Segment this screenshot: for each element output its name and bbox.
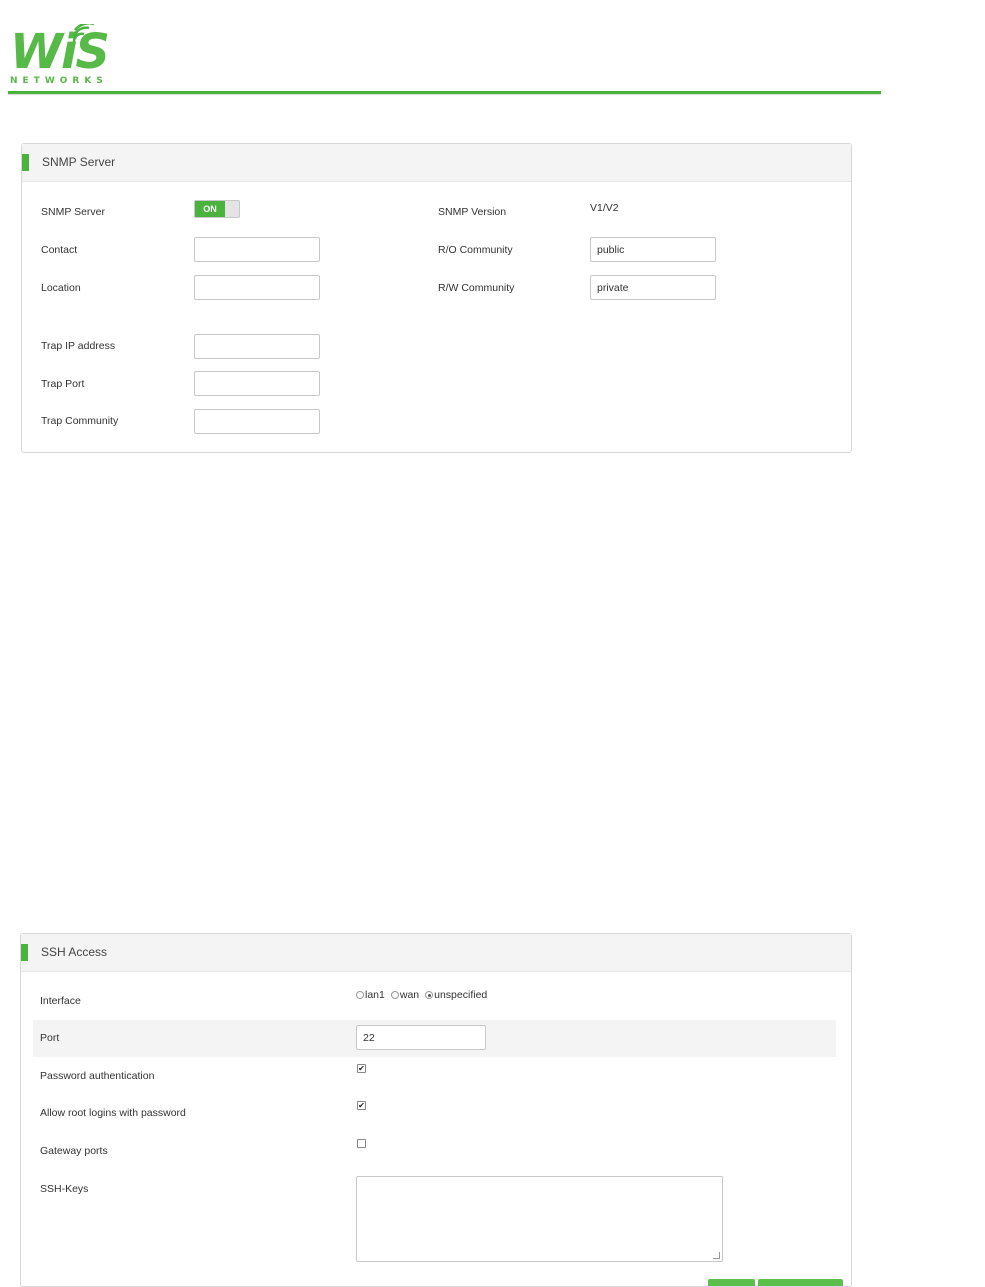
radio-label: unspecified (434, 989, 488, 1001)
trap-community-input[interactable] (194, 409, 320, 434)
interface-radio-group: lan1 wan unspecified (356, 989, 493, 1001)
snmp-server-toggle[interactable]: ON (194, 200, 240, 218)
radio-button[interactable] (356, 991, 364, 999)
save-apply-button[interactable] (758, 1279, 843, 1286)
panel-accent-bar (22, 154, 29, 171)
location-input[interactable] (194, 275, 320, 300)
root-login-checkbox[interactable]: ✔ (357, 1101, 366, 1110)
ssh-access-panel: SSH Access Interface lan1 wan unspecifie… (20, 933, 852, 1287)
radio-label: lan1 (365, 989, 385, 1001)
wis-networks-logo: WiS NETWORKS (8, 24, 110, 88)
wifi-waves-icon (72, 24, 94, 43)
contact-label: Contact (41, 244, 78, 256)
trap-port-label: Trap Port (41, 378, 85, 390)
password-auth-checkbox[interactable]: ✔ (357, 1064, 366, 1073)
save-button[interactable] (708, 1279, 755, 1286)
contact-input[interactable] (194, 237, 320, 262)
snmp-version-value: V1/V2 (590, 202, 619, 214)
trap-ip-input[interactable] (194, 334, 320, 359)
radio-button[interactable] (390, 991, 399, 999)
logo-subtitle: NETWORKS (10, 76, 108, 86)
trap-ip-label: Trap IP address (41, 340, 116, 352)
panel-accent-bar (21, 944, 28, 961)
snmp-panel-title: SNMP Server (42, 155, 116, 169)
ssh-keys-textarea[interactable] (356, 1176, 723, 1262)
snmp-version-label: SNMP Version (438, 206, 507, 218)
radio-button-selected[interactable] (425, 991, 434, 999)
rw-community-label: R/W Community (438, 282, 515, 294)
trap-port-input[interactable] (194, 371, 320, 396)
port-label: Port (40, 1032, 60, 1044)
snmp-server-panel: SNMP Server SNMP Server ON SNMP Version … (21, 143, 852, 453)
location-label: Location (41, 282, 81, 294)
trap-community-label: Trap Community (41, 415, 119, 427)
password-auth-label: Password authentication (40, 1070, 155, 1082)
ro-community-label: R/O Community (438, 244, 513, 256)
interface-option-wan[interactable]: wan (390, 989, 420, 1001)
interface-option-unspecified[interactable]: unspecified (425, 989, 487, 1001)
port-input[interactable] (356, 1025, 486, 1050)
gateway-ports-checkbox[interactable] (357, 1139, 366, 1148)
snmp-panel-header: SNMP Server (22, 144, 851, 182)
toggle-on-label: ON (195, 201, 225, 217)
header-divider (8, 91, 881, 94)
gateway-ports-label: Gateway ports (40, 1145, 108, 1157)
snmp-server-label: SNMP Server (41, 206, 105, 218)
interface-option-lan1[interactable]: lan1 (356, 989, 385, 1001)
root-login-label: Allow root logins with password (40, 1107, 186, 1119)
ssh-keys-label: SSH-Keys (40, 1183, 89, 1195)
ro-community-input[interactable] (590, 237, 716, 262)
resize-handle-icon[interactable] (713, 1252, 720, 1259)
rw-community-input[interactable] (590, 275, 716, 300)
radio-label: wan (399, 989, 420, 1001)
ssh-panel-title: SSH Access (41, 945, 108, 959)
ssh-panel-header: SSH Access (21, 934, 851, 972)
interface-label: Interface (40, 995, 81, 1007)
